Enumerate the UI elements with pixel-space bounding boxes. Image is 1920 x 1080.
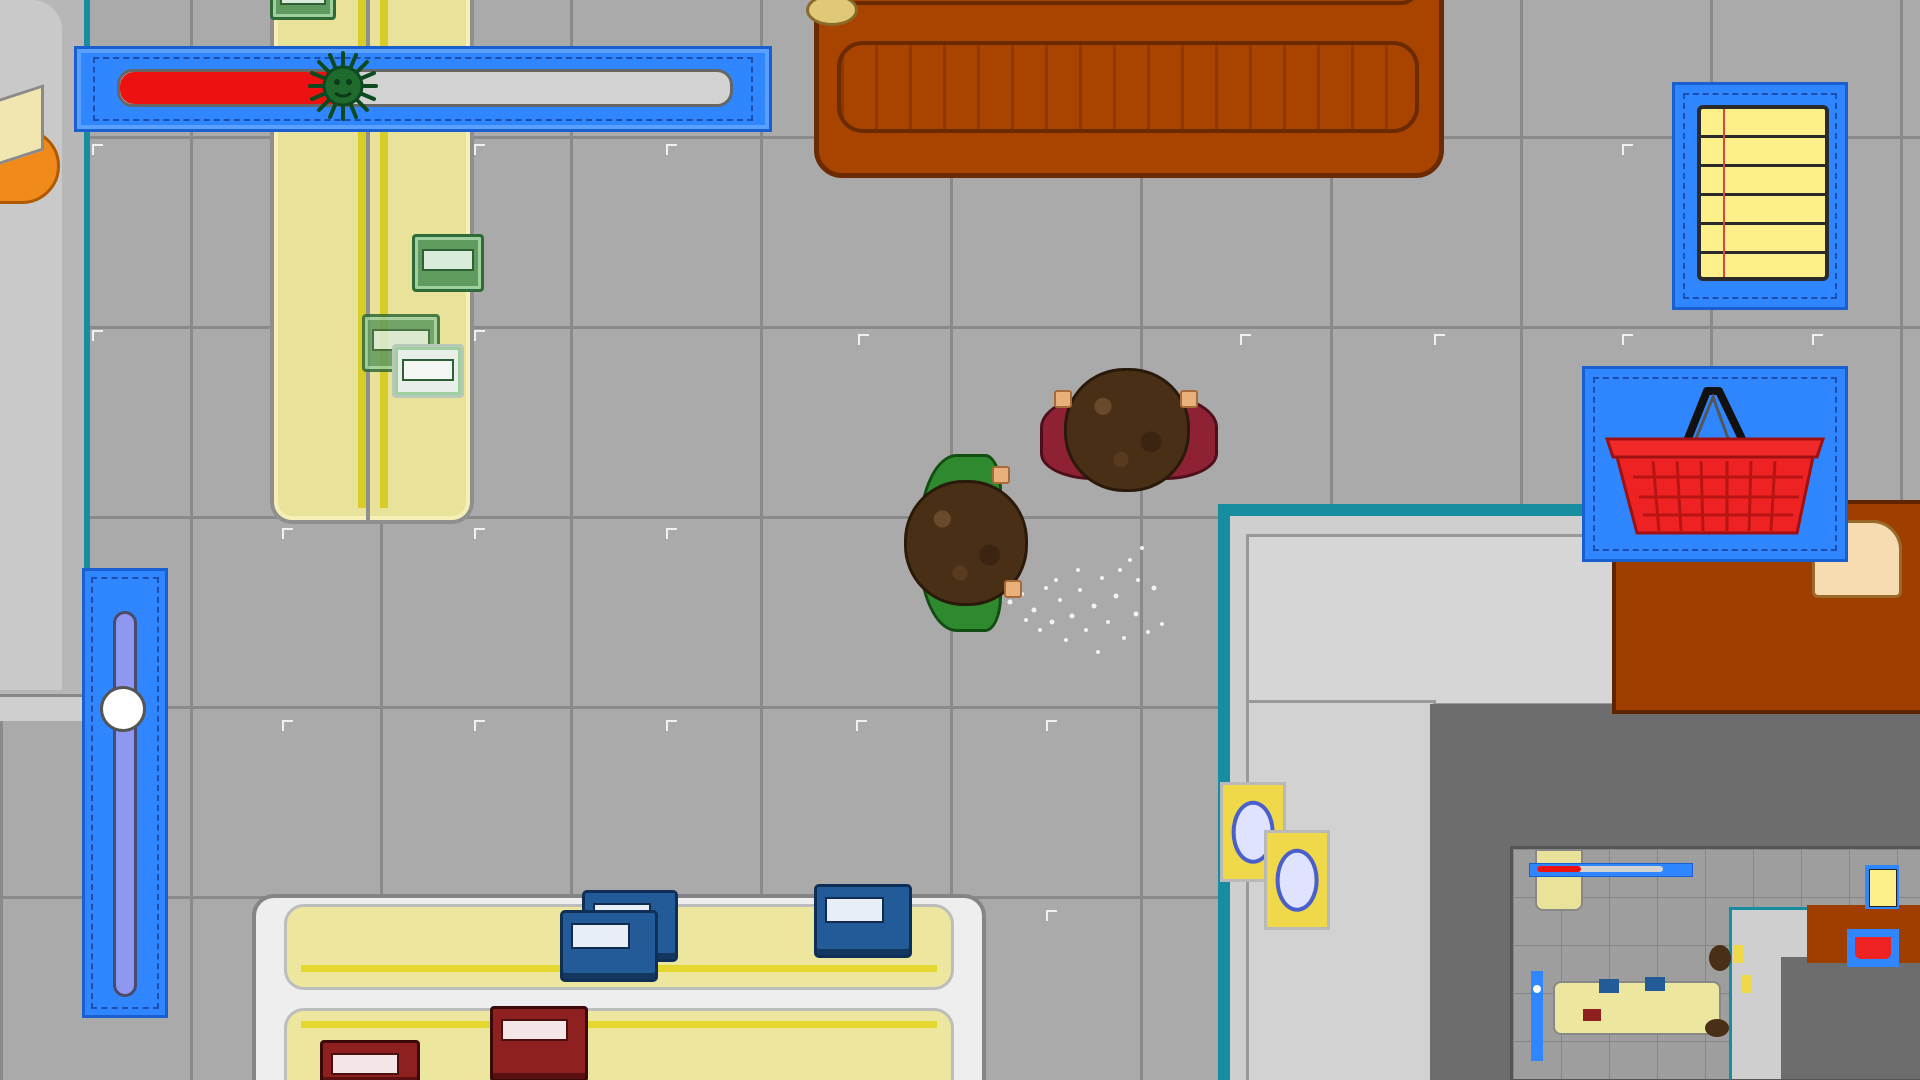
tile-mark: [92, 144, 103, 155]
npc-shopper[interactable]: [1040, 364, 1218, 492]
shopping-list-button[interactable]: [1672, 82, 1848, 310]
tile-mark: [1046, 720, 1057, 731]
room-counter: [1246, 534, 1622, 706]
product-blue-box[interactable]: [560, 910, 658, 982]
virus-icon: [307, 51, 378, 121]
tile-mark: [474, 528, 485, 539]
tile-mark: [474, 144, 485, 155]
product-yellow-bag[interactable]: [1264, 830, 1330, 930]
tile-mark: [474, 330, 485, 341]
zoom-slider-track[interactable]: [113, 611, 137, 997]
zoom-slider-knob[interactable]: [100, 685, 146, 732]
tile-mark: [856, 720, 867, 731]
notepad-icon: [1697, 105, 1829, 281]
zoom-slider-panel: [82, 568, 168, 1018]
product-red-box[interactable]: [490, 1006, 588, 1080]
product-red-box[interactable]: [320, 1040, 420, 1080]
tile-mark: [1046, 910, 1057, 921]
tile-mark: [1622, 334, 1633, 345]
product-green-box[interactable]: [270, 0, 336, 20]
infection-meter-track: [117, 69, 733, 107]
tile-mark: [1434, 334, 1445, 345]
basket-button[interactable]: [1582, 366, 1848, 562]
left-wall-ledge: [0, 694, 84, 721]
tile-mark: [1240, 334, 1251, 345]
tile-mark: [1812, 334, 1823, 345]
tile-mark: [858, 334, 869, 345]
game-scene[interactable]: [0, 0, 1920, 1080]
tile-mark: [666, 144, 677, 155]
minimap[interactable]: [1510, 846, 1920, 1080]
shopping-basket-icon: [1604, 387, 1826, 535]
product-blue-box[interactable]: [814, 884, 912, 958]
tile-mark: [282, 528, 293, 539]
product-green-box[interactable]: [412, 234, 484, 292]
product-green-box-faded[interactable]: [392, 344, 464, 398]
tile-mark: [666, 528, 677, 539]
infection-meter-panel: [74, 46, 772, 132]
tile-mark: [92, 330, 103, 341]
player-character[interactable]: [904, 452, 1032, 632]
tile-mark: [474, 720, 485, 731]
tile-mark: [282, 720, 293, 731]
wooden-counter: [814, 0, 1444, 178]
tile-mark: [1622, 144, 1633, 155]
tile-mark: [666, 720, 677, 731]
